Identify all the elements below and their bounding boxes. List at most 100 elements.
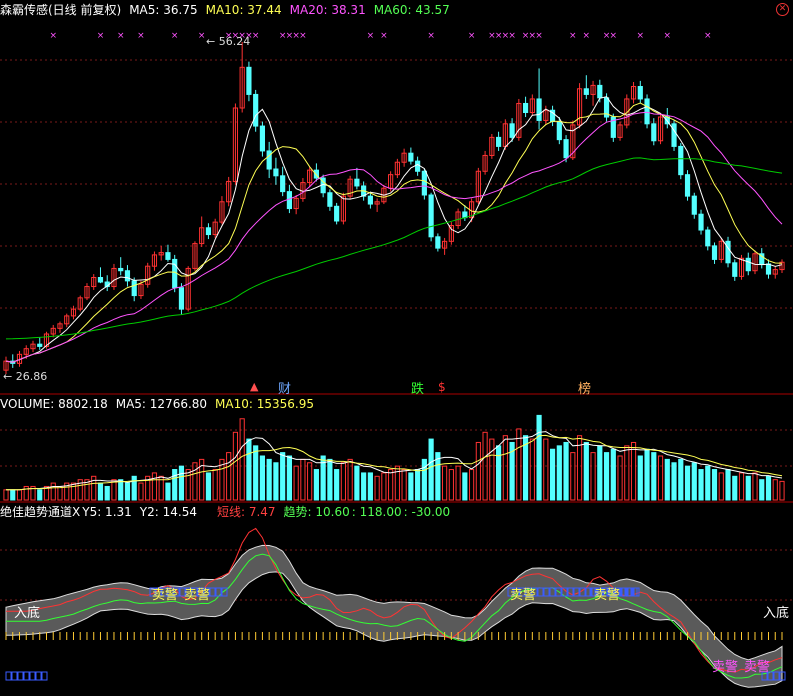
volume-bar [246, 438, 252, 501]
candle-body [131, 280, 137, 297]
volume-bar [327, 458, 333, 501]
candle-body [745, 257, 751, 272]
signal-marker-x: × [427, 31, 435, 41]
volume-bar [583, 441, 589, 501]
volume-bar [388, 469, 394, 501]
volume-bar [691, 462, 697, 501]
volume-series [3, 414, 785, 501]
candle-body [428, 194, 434, 238]
moving-average-lines [5, 96, 783, 363]
candle-body [597, 84, 603, 99]
volume-bar [70, 482, 77, 501]
volume-bar [118, 479, 124, 501]
volume-bar [347, 458, 353, 501]
volume-bar [286, 455, 293, 501]
sell-warning-1: 卖警 [152, 588, 179, 603]
candle-body [408, 152, 414, 162]
volume-bar [307, 462, 313, 501]
volume-bar [178, 465, 185, 501]
volume-bar [97, 482, 104, 501]
volume-bar [151, 472, 158, 501]
volume-bar [421, 458, 427, 501]
volume-bar [563, 441, 569, 501]
candle-body [327, 192, 333, 207]
signal-marker-x: × [380, 31, 388, 41]
volume-header: VOLUME: 8802.18 MA5: 12766.80 MA10: 15356.… [0, 396, 322, 412]
signal-marker-x: × [535, 31, 543, 41]
candle-body [698, 213, 704, 231]
volume-bar [165, 482, 171, 501]
signal-marker-x: × [468, 31, 476, 41]
indicator-y5: Y5: 1.31 [82, 505, 132, 519]
volume-bar [698, 469, 704, 501]
high-price-value: 56.24 [218, 35, 251, 48]
candle-body [522, 102, 529, 114]
event-marker-die[interactable]: 跌 [411, 378, 424, 397]
volume-bar [529, 438, 535, 501]
candle-body [367, 195, 373, 205]
candlestick-series [3, 42, 785, 374]
volume-bar [469, 469, 475, 501]
entry-box [29, 671, 36, 681]
volume-bar [543, 438, 549, 501]
volume-bar [502, 435, 508, 501]
volume-bar [354, 465, 360, 501]
signal-marker-x: × [664, 31, 672, 41]
candle-body [118, 267, 124, 272]
volume-bar [124, 482, 131, 501]
volume-bar [259, 455, 266, 501]
volume-bar [131, 475, 137, 501]
candle-body [286, 191, 293, 210]
candle-body [563, 139, 569, 159]
volume-bar [603, 452, 610, 501]
entry-label-left: 入底 [14, 606, 41, 621]
volume-bar [765, 475, 772, 501]
candle-body [583, 88, 589, 95]
candle-body [124, 270, 131, 282]
candle-body [253, 93, 259, 127]
signal-marker-x: × [367, 31, 375, 41]
entry-box [17, 671, 24, 681]
volume-bar [340, 462, 346, 501]
volume-bar [678, 458, 684, 501]
volume-bar [448, 469, 454, 501]
event-marker-dollar[interactable]: $ [438, 380, 446, 394]
sell-warning-5: 卖警 [712, 660, 739, 675]
candle-body [495, 136, 502, 147]
indicator-v1: : 118.00 [351, 505, 402, 519]
low-price-label: ← 26.86 [3, 370, 48, 383]
candle-body [280, 175, 286, 193]
event-marker-cai[interactable]: 财 [278, 378, 291, 397]
candle-body [334, 205, 340, 222]
volume-bar [657, 455, 664, 501]
volume-bar [334, 469, 340, 501]
volume-bar [91, 475, 97, 501]
volume-bar [266, 458, 272, 501]
volume-ma10-readout: MA10: 15356.95 [215, 397, 314, 411]
volume-bar [705, 465, 711, 501]
candle-body [711, 245, 718, 260]
signal-marker-x: × [198, 31, 206, 41]
entry-box [11, 671, 18, 681]
high-price-label: ← 56.24 [206, 35, 251, 48]
candle-body [273, 168, 279, 177]
low-price-value: 26.86 [15, 370, 48, 383]
volume-bar [104, 485, 110, 501]
volume-bar [651, 452, 657, 501]
event-marker-bang[interactable]: 榜 [578, 378, 591, 397]
volume-bar [361, 472, 367, 501]
candle-body [266, 150, 272, 170]
candle-body [536, 98, 542, 121]
signal-marker-x: × [610, 31, 618, 41]
volume-bar [300, 458, 306, 501]
signal-marker-x: × [137, 31, 145, 41]
volume-bar [226, 452, 232, 501]
entry-box [5, 671, 12, 681]
volume-bar [637, 455, 643, 501]
signal-marker-x: × [299, 31, 307, 41]
volume-bar [408, 472, 414, 501]
signal-marker-x: × [637, 31, 645, 41]
event-marker-up-icon[interactable]: ▲ [250, 380, 258, 393]
signal-markers: × × × × × × × × × × × × × × × × × × × × × × × × × × × × × × × × × [49, 31, 711, 41]
volume-bar [536, 414, 542, 501]
